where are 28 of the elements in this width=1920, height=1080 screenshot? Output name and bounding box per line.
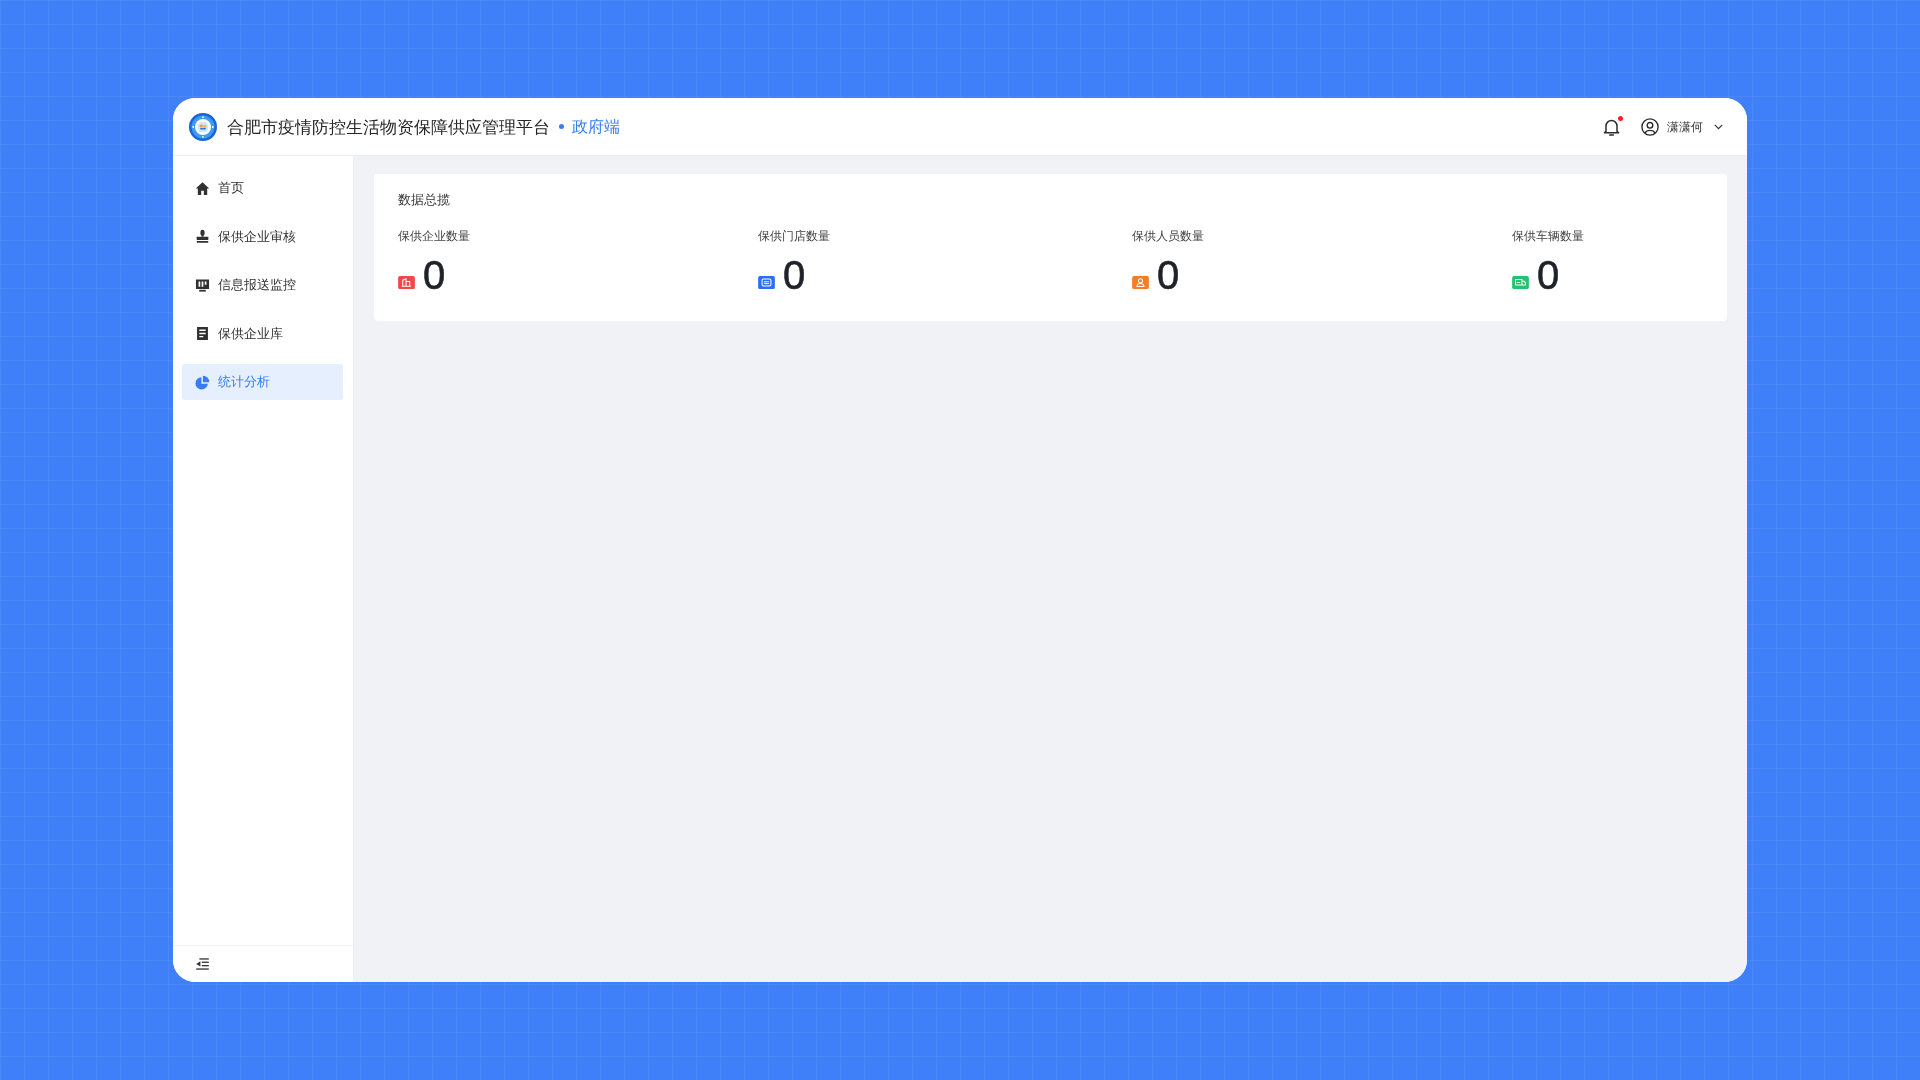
chevron-down-icon: [1714, 123, 1723, 130]
sidebar-item[interactable]: 统计分析: [182, 364, 343, 400]
stat-label: 保供人员数量: [1132, 228, 1205, 245]
user-menu[interactable]: 潇潇何: [1641, 117, 1723, 136]
sidebar-item[interactable]: 保供企业库: [182, 315, 343, 352]
stat-value: 0: [1157, 253, 1180, 297]
dot-icon: [559, 124, 564, 129]
home-icon: [195, 180, 210, 196]
stat-label: 保供企业数量: [398, 228, 471, 245]
sidebar-item[interactable]: 信息报送监控: [182, 267, 343, 303]
sidebar-item[interactable]: 保供企业审核: [182, 218, 343, 255]
monitor-icon: [195, 277, 210, 293]
portal-label: 政府端: [572, 116, 620, 137]
logo-icon: [189, 112, 217, 141]
stat-value: 0: [1537, 253, 1560, 297]
stat-label: 保供门店数量: [758, 228, 831, 245]
section-title: 数据总揽: [398, 191, 451, 209]
sidebar-item[interactable]: 首页: [182, 170, 343, 206]
app-title: 合肥市疫情防控生活物资保障供应管理平台: [227, 116, 550, 138]
stat-value: 0: [783, 253, 806, 297]
stat-label: 保供车辆数量: [1512, 228, 1585, 245]
document-icon: [195, 326, 210, 341]
stat-value: 0: [423, 253, 446, 297]
user-icon: [1641, 117, 1659, 136]
notification-bell-icon[interactable]: [1603, 117, 1620, 136]
collapse-menu-icon[interactable]: [196, 958, 209, 970]
pie-chart-icon: [195, 374, 210, 390]
stamp-icon: [195, 229, 210, 244]
